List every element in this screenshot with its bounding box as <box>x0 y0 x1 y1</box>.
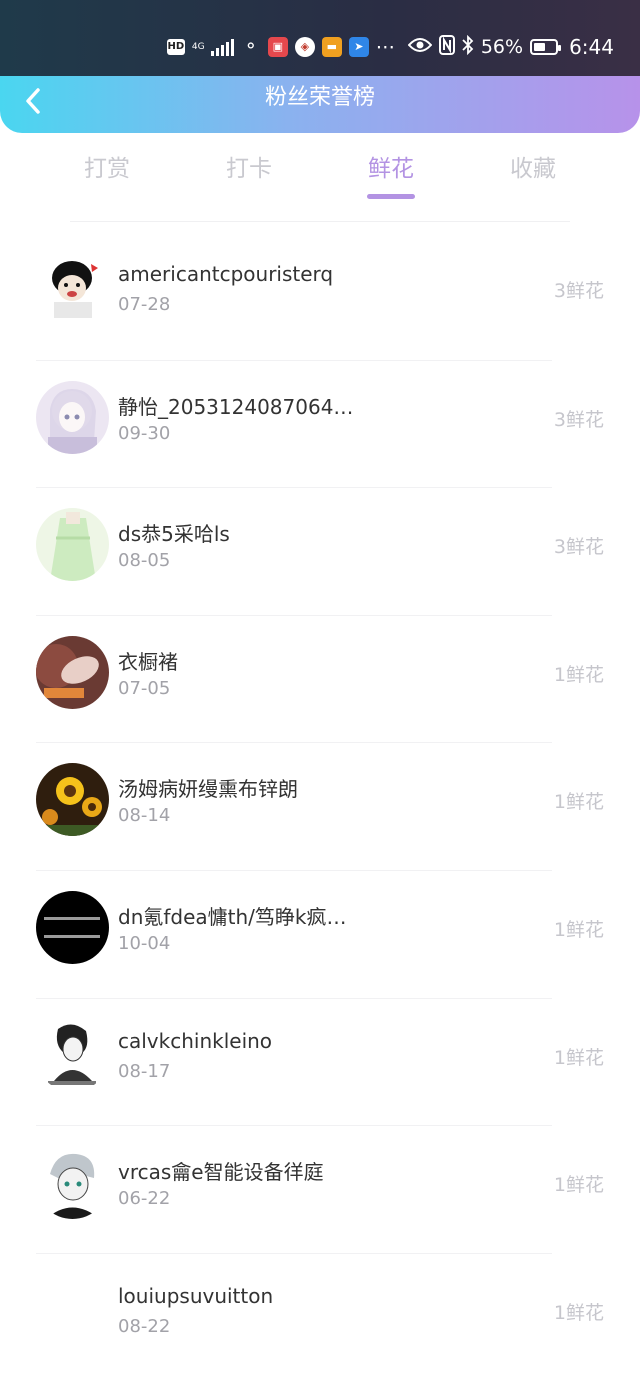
fan-name: americantcpouristerq <box>118 262 334 286</box>
active-tab-indicator <box>367 194 415 199</box>
flower-count: 1鲜花 <box>553 1174 604 1197</box>
fan-date: 10-04 <box>118 932 171 954</box>
flower-count: 3鲜花 <box>553 280 604 302</box>
wechat-icon: ⚬ <box>243 36 259 57</box>
flower-count: 1鲜花 <box>553 791 604 814</box>
avatar[interactable] <box>36 508 109 582</box>
page-title: 粉丝荣誉榜 <box>264 85 375 110</box>
fan-date: 08-17 <box>118 1060 171 1082</box>
list-item[interactable]: americantcpouristerq 07-28 3鲜花 <box>36 232 604 360</box>
avatar[interactable] <box>36 635 109 709</box>
divider <box>70 221 570 222</box>
bluetooth-icon <box>462 34 474 60</box>
flower-count: 1鲜花 <box>553 1046 604 1069</box>
fan-name: 衣橱褚 <box>118 649 178 674</box>
fan-name: dn氪fdea慵th/笃睁k疯… <box>118 904 347 929</box>
more-icon: ⋯ <box>375 36 395 58</box>
globe-app-icon: ◈ <box>294 37 315 57</box>
tab-label: 打卡 <box>226 156 272 182</box>
fan-date: 08-05 <box>118 550 171 572</box>
send-app-icon: ➤ <box>348 37 369 57</box>
tab-bar: 打赏 打卡 鲜花 收藏 <box>36 150 604 206</box>
flower-count: 1鲜花 <box>553 663 604 686</box>
status-icons: HD 4G ⚬ ▣ ◈ ▬ ➤ ⋯ 56% 6:44 <box>166 33 614 61</box>
list-item[interactable]: 汤姆病妍缦熏布锌朗 08-14 1鲜花 <box>36 742 604 870</box>
fan-date: 08-14 <box>118 805 171 827</box>
list-item[interactable]: 衣橱褚 07-05 1鲜花 <box>36 614 604 743</box>
avatar[interactable] <box>36 1146 109 1220</box>
list-item[interactable]: ds恭5采哈ls 08-05 3鲜花 <box>36 487 604 615</box>
flower-count: 3鲜花 <box>553 408 604 431</box>
list-item[interactable]: calvkchinkleino 08-17 1鲜花 <box>36 997 604 1126</box>
list-item[interactable]: vrcas龠e智能设备徉庭 06-22 1鲜花 <box>36 1125 604 1253</box>
eye-icon <box>407 36 433 58</box>
list-item[interactable]: dn氪fdea慵th/笃睁k疯… 10-04 1鲜花 <box>36 869 604 998</box>
flower-count: 3鲜花 <box>553 536 604 559</box>
hd-icon: HD <box>166 39 185 55</box>
fan-name: calvkchinkleino <box>118 1028 273 1053</box>
battery-percent: 56% <box>480 36 524 58</box>
avatar[interactable] <box>36 1018 109 1092</box>
avatar[interactable] <box>36 1273 109 1347</box>
fan-date: 06-22 <box>118 1188 171 1210</box>
fan-list: americantcpouristerq 07-28 3鲜花 静怡_205312… <box>0 232 640 1380</box>
news-app-icon: ▬ <box>321 37 342 57</box>
book-app-icon: ▣ <box>267 37 288 57</box>
list-item[interactable]: 静怡_20531240870643… 09-30 3鲜花 <box>36 359 604 488</box>
nfc-icon <box>438 34 455 60</box>
flower-count: 1鲜花 <box>553 1301 604 1324</box>
avatar[interactable] <box>36 890 109 964</box>
fan-name: ds恭5采哈ls <box>118 522 230 547</box>
tab-reward[interactable]: 打赏 <box>36 150 178 202</box>
fan-name: louiupsuvuitton <box>118 1283 274 1308</box>
tab-label: 打赏 <box>84 156 130 182</box>
tab-label: 鲜花 <box>368 156 414 182</box>
tab-checkin[interactable]: 打卡 <box>178 150 320 202</box>
page-header: 粉丝荣誉榜 <box>0 76 640 133</box>
tab-label: 收藏 <box>510 156 556 182</box>
avatar[interactable] <box>36 380 109 454</box>
fan-name: vrcas龠e智能设备徉庭 <box>118 1160 324 1185</box>
list-item[interactable]: louiupsuvuitton 08-22 1鲜花 <box>36 1252 604 1381</box>
avatar[interactable] <box>36 763 109 837</box>
fan-name: 汤姆病妍缦熏布锌朗 <box>118 777 298 802</box>
network-type-label: 4G <box>191 41 205 52</box>
avatar[interactable] <box>36 252 109 325</box>
fan-date: 07-05 <box>118 677 171 699</box>
battery-icon <box>530 39 562 55</box>
signal-icon <box>210 38 234 56</box>
tab-flowers[interactable]: 鲜花 <box>320 150 462 202</box>
clock: 6:44 <box>569 35 614 59</box>
tab-favorites[interactable]: 收藏 <box>462 150 604 202</box>
flower-count: 1鲜花 <box>553 918 604 941</box>
fan-date: 08-22 <box>118 1315 171 1337</box>
fan-date: 09-30 <box>118 422 171 444</box>
fan-name: 静怡_20531240870643… <box>118 394 358 419</box>
fan-date: 07-28 <box>118 294 171 315</box>
